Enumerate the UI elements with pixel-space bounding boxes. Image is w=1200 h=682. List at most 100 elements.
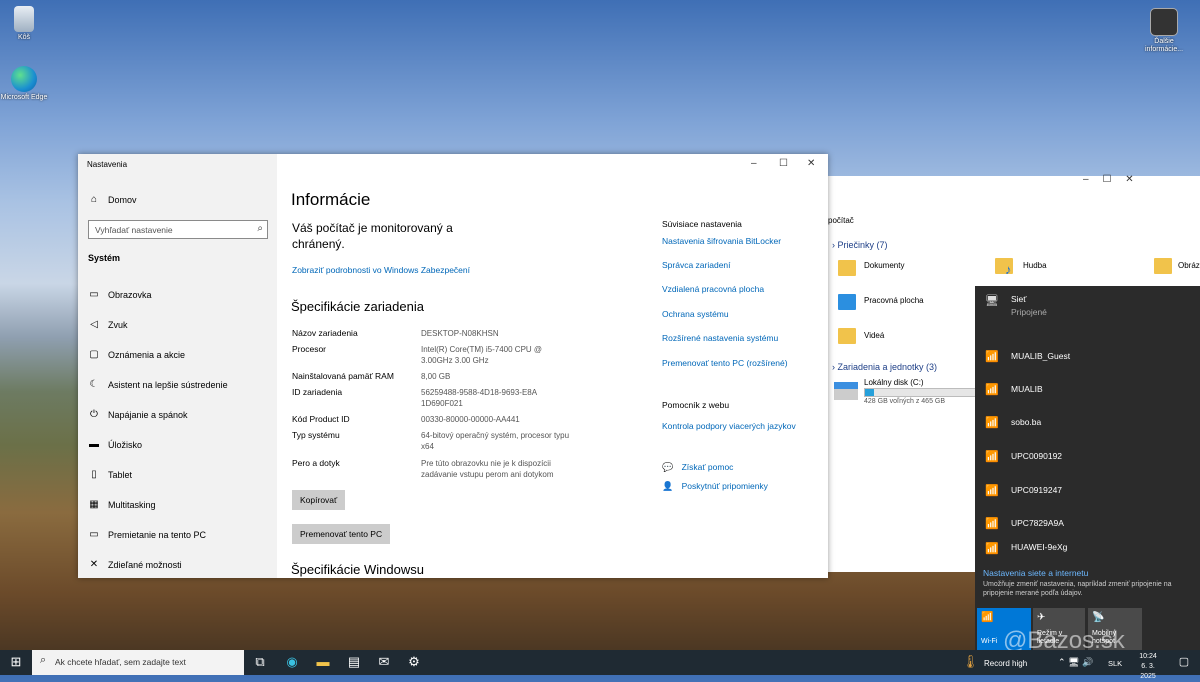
- desktop-icon-info[interactable]: Ďalšie informácie...: [1139, 8, 1189, 54]
- wifi-network-item[interactable]: 📶 UPC7829A9A: [975, 508, 1200, 538]
- wifi-network-item[interactable]: 📶 MUALIB_Guest: [975, 341, 1200, 371]
- file-explorer-taskbar-icon[interactable]: ▬: [315, 654, 331, 670]
- help-link-language-support[interactable]: Kontrola podpory viacerých jazykov: [662, 421, 796, 431]
- spec-label: Typ systému: [292, 430, 340, 440]
- nav-item-storage[interactable]: ▬ Úložisko: [78, 434, 277, 456]
- folder-icon: [838, 328, 856, 344]
- nav-item-shared-experiences[interactable]: ✕ Zdieľané možnosti: [78, 554, 277, 576]
- rename-pc-button[interactable]: Premenovať tento PC: [292, 524, 391, 544]
- nav-item-tablet[interactable]: ▯ Tablet: [78, 464, 277, 486]
- tray-icons[interactable]: ⌃ 🖥 🔊: [1058, 657, 1093, 668]
- folder-icon: [838, 260, 856, 276]
- wifi-icon: 📶: [985, 416, 999, 429]
- moon-icon: ☾: [89, 379, 99, 390]
- wifi-icon: 📶: [985, 484, 999, 497]
- nav-item-sound[interactable]: ◁ Zvuk: [78, 314, 277, 336]
- wifi-icon: 📶: [985, 517, 999, 530]
- notification-icon: ▢: [89, 349, 99, 360]
- nav-item-notifications[interactable]: ▢ Oznámenia a akcie: [78, 344, 277, 366]
- address-bar[interactable]: počítač: [828, 216, 854, 225]
- folder-desktop[interactable]: Pracovná plocha: [864, 296, 924, 305]
- clock-time: 10:24: [1139, 653, 1157, 660]
- weather-widget[interactable]: Record high: [984, 659, 1027, 668]
- thermometer-icon: 🌡: [962, 654, 979, 669]
- wifi-network-name: MUALIB_Guest: [1011, 351, 1071, 361]
- maximize-button[interactable]: ☐: [779, 158, 788, 169]
- nav-item-focus-assist[interactable]: ☾ Asistent na lepšie sústredenie: [78, 374, 277, 396]
- quick-action-label: Wi-Fi: [981, 638, 998, 645]
- folder-documents[interactable]: Dokumenty: [864, 261, 904, 270]
- wifi-network-item[interactable]: 📶 MUALIB: [975, 374, 1200, 404]
- edge-taskbar-icon[interactable]: ◉: [284, 654, 300, 670]
- folders-section-header[interactable]: › Priečinky (7): [832, 240, 888, 250]
- spec-value: Intel(R) Core(TM) i5-7400 CPU @ 3.00GHz …: [421, 345, 543, 365]
- window-title: Nastavenia: [87, 160, 128, 169]
- related-link-bitlocker[interactable]: Nastavenia šifrovania BitLocker: [662, 236, 781, 246]
- nav-home[interactable]: ⌂ Domov: [78, 189, 277, 211]
- drive-c-free: 428 GB voľných z 465 GB: [864, 398, 946, 405]
- mail-taskbar-icon[interactable]: ✉: [376, 654, 392, 670]
- nav-item-power[interactable]: ⏻ Napájanie a spánok: [78, 404, 277, 426]
- store-taskbar-icon[interactable]: ▤: [346, 654, 362, 670]
- connected-network-info: Sieť Pripojené: [1011, 294, 1047, 317]
- related-link-device-manager[interactable]: Správca zariadení: [662, 260, 731, 270]
- wifi-network-item[interactable]: 📶 HUAWEI-9eXg: [975, 542, 1200, 556]
- connected-network-name: Sieť: [1011, 294, 1027, 304]
- multitasking-icon: ▦: [89, 499, 99, 510]
- nav-item-label: Oznámenia a akcie: [108, 350, 186, 360]
- nav-item-multitasking[interactable]: ▦ Multitasking: [78, 494, 277, 516]
- drive-c-name[interactable]: Lokálny disk (C:): [864, 378, 924, 387]
- search-icon: ⌕: [40, 654, 47, 666]
- nav-item-display[interactable]: ▭ Obrazovka: [78, 284, 277, 306]
- wifi-icon: 📶: [985, 383, 999, 396]
- wifi-network-item[interactable]: 📶 sobo.ba: [975, 407, 1200, 437]
- related-link-system-protection[interactable]: Ochrana systému: [662, 309, 729, 319]
- clock[interactable]: 10:24 6. 3. 2025: [1133, 652, 1163, 682]
- desktop-icon-recycle-bin[interactable]: Kôš: [0, 6, 48, 42]
- wifi-network-item[interactable]: 📶 UPC0919247: [975, 475, 1200, 505]
- security-details-link[interactable]: Zobraziť podrobnosti vo Windows Zabezpeč…: [292, 265, 470, 275]
- task-view-icon[interactable]: ⧉: [252, 654, 268, 670]
- wifi-network-name: sobo.ba: [1011, 417, 1042, 427]
- folder-pictures[interactable]: Obrázky: [1178, 261, 1200, 270]
- spec-value: 64-bitový operačný systém, procesor typu…: [421, 431, 570, 451]
- related-link-remote-desktop[interactable]: Vzdialená pracovná plocha: [662, 284, 764, 294]
- close-button[interactable]: ✕: [807, 158, 815, 169]
- related-link-advanced-settings[interactable]: Rozšírené nastavenia systému: [662, 333, 778, 343]
- language-indicator[interactable]: SLK: [1108, 659, 1122, 668]
- wifi-network-name: UPC7829A9A: [1011, 518, 1064, 528]
- connected-network-status: Pripojené: [1011, 307, 1047, 317]
- folder-videos[interactable]: Videá: [864, 331, 884, 340]
- nav-home-label: Domov: [108, 195, 137, 205]
- folder-music[interactable]: Hudba: [1023, 261, 1047, 270]
- nav-item-projecting[interactable]: ▭ Premietanie na tento PC: [78, 524, 277, 546]
- spec-value: 8,00 GB: [421, 372, 451, 381]
- related-link-rename-advanced[interactable]: Premenovať tento PC (rozšírené): [662, 358, 788, 368]
- windows-spec-title: Špecifikácie Windowsu: [291, 562, 424, 577]
- minimize-button[interactable]: –: [751, 158, 757, 169]
- nav-item-label: Zvuk: [108, 320, 128, 330]
- nav-item-label: Multitasking: [108, 500, 156, 510]
- wifi-icon: 📶: [985, 450, 999, 463]
- action-center-icon[interactable]: ▢: [1176, 654, 1192, 670]
- start-button[interactable]: ⊞: [8, 654, 24, 670]
- network-settings-link[interactable]: Nastavenia siete a internetu: [983, 568, 1088, 578]
- wifi-network-item[interactable]: 📶 UPC0090192: [975, 441, 1200, 471]
- drives-section-header[interactable]: › Zariadenia a jednotky (3): [832, 362, 937, 372]
- desktop-icon-label: Ďalšie informácie...: [1144, 38, 1184, 53]
- taskbar-search-box[interactable]: ⌕ Ak chcete hľadať, sem zadajte text: [32, 650, 244, 675]
- protection-status: Váš počítač je monitorovaný a chránený.: [292, 221, 453, 251]
- settings-search-input[interactable]: Vyhľadať nastavenie ⌕: [88, 220, 268, 239]
- wifi-icon: 📶: [985, 350, 999, 363]
- network-connected-ethernet[interactable]: 🖥 Sieť Pripojené: [975, 294, 1200, 324]
- settings-taskbar-icon[interactable]: ⚙: [406, 654, 422, 670]
- feedback-link[interactable]: 👤 Poskytnúť pripomienky: [662, 481, 768, 492]
- desktop-icon-edge[interactable]: Microsoft Edge: [0, 66, 48, 102]
- clock-date: 6. 3. 2025: [1140, 663, 1156, 680]
- nav-item-label: Úložisko: [108, 440, 143, 450]
- get-help-label: Získať pomoc: [681, 462, 734, 472]
- copy-button[interactable]: Kopírovať: [292, 490, 346, 510]
- wifi-network-name: UPC0919247: [1011, 485, 1063, 495]
- get-help-link[interactable]: 💬 Získať pomoc: [662, 462, 733, 473]
- spec-label: Procesor: [292, 344, 327, 354]
